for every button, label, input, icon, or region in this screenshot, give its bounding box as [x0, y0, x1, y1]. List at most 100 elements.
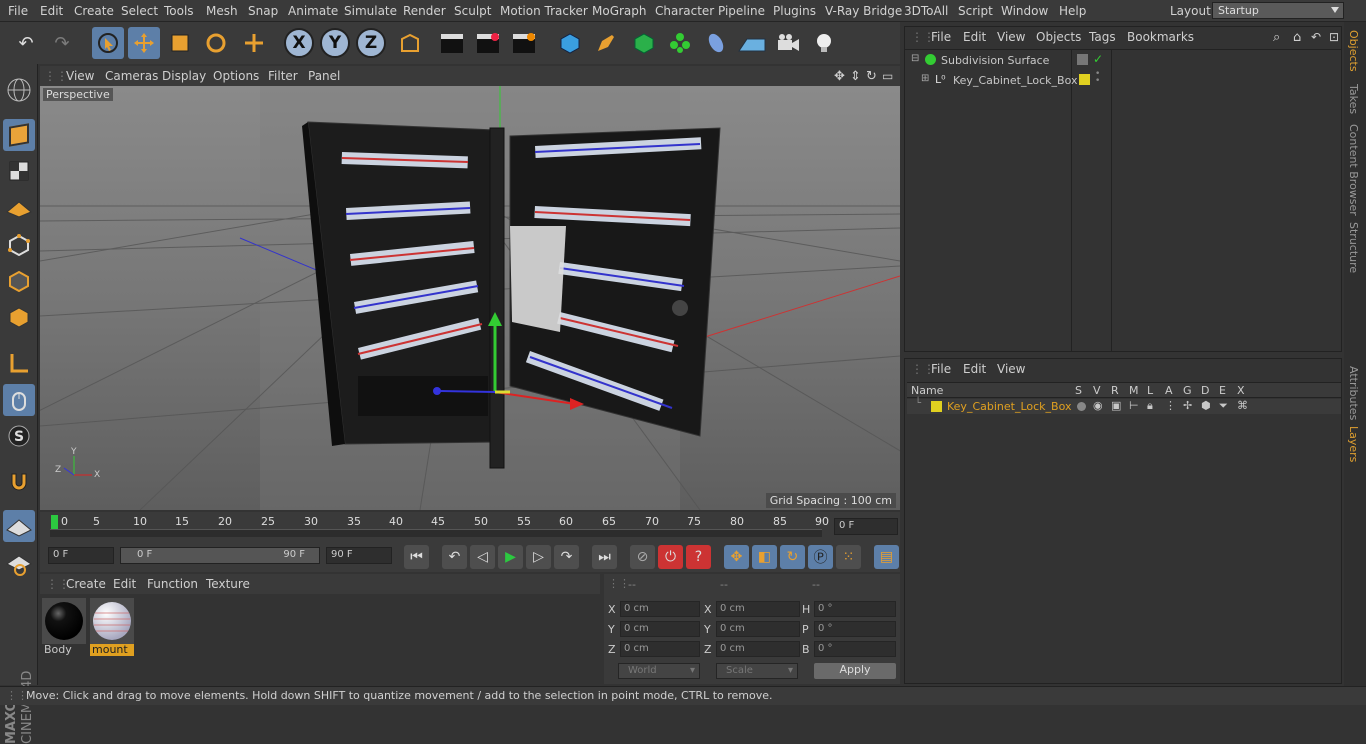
- lock-icon[interactable]: 🔒︎: [1147, 399, 1153, 413]
- render-icon[interactable]: ▣: [1111, 399, 1121, 412]
- redo-button[interactable]: ↷: [46, 27, 78, 59]
- menu-render[interactable]: Render: [403, 4, 446, 18]
- menu-pipeline[interactable]: Pipeline: [718, 4, 765, 18]
- column-header-e[interactable]: E: [1219, 384, 1226, 397]
- viewport-menu-cameras[interactable]: Cameras: [105, 69, 158, 83]
- points-mode-button[interactable]: [3, 229, 35, 261]
- rotate-tool-button[interactable]: [200, 27, 232, 59]
- collapse-icon[interactable]: ⊟: [911, 53, 919, 64]
- menu-simulate[interactable]: Simulate: [344, 4, 397, 18]
- menu-edit[interactable]: Edit: [40, 4, 63, 18]
- rot-b-field[interactable]: 0 °: [814, 641, 896, 657]
- current-frame-field[interactable]: 0 F: [834, 518, 898, 535]
- rot-h-field[interactable]: 0 °: [814, 601, 896, 617]
- playhead-marker[interactable]: [51, 515, 58, 529]
- add-light-button[interactable]: [808, 27, 840, 59]
- tab-structure[interactable]: Structure: [1347, 222, 1360, 273]
- solo-mode-button[interactable]: S: [3, 420, 35, 452]
- tab-objects[interactable]: Objects: [1347, 30, 1360, 72]
- animation-icon[interactable]: ⋮: [1165, 399, 1176, 412]
- object-menu-view[interactable]: View: [997, 30, 1025, 44]
- menu-character[interactable]: Character: [655, 4, 714, 18]
- material-mount[interactable]: mount: [90, 598, 134, 656]
- size-x-field[interactable]: 0 cm: [716, 601, 800, 617]
- render-view-button[interactable]: [436, 27, 468, 59]
- workplane-mode-button[interactable]: [3, 191, 35, 223]
- frame-range-slider[interactable]: 0 F 90 F: [120, 547, 320, 564]
- column-header-m[interactable]: M: [1129, 384, 1139, 397]
- object-menu-objects[interactable]: Objects: [1036, 30, 1081, 44]
- column-header-a[interactable]: A: [1165, 384, 1173, 397]
- scale-tool-button[interactable]: [164, 27, 196, 59]
- pan-view-icon[interactable]: ✥: [834, 69, 845, 84]
- key-pla-button[interactable]: ⁙: [836, 545, 861, 569]
- enabled-check-icon[interactable]: ✓: [1093, 52, 1103, 66]
- menu-mesh[interactable]: Mesh: [206, 4, 238, 18]
- next-key-button[interactable]: ↷: [554, 545, 579, 569]
- next-frame-button[interactable]: ▷: [526, 545, 551, 569]
- column-header-x[interactable]: X: [1237, 384, 1245, 397]
- coordinate-system-button[interactable]: [394, 27, 426, 59]
- column-header-v[interactable]: V: [1093, 384, 1101, 397]
- layer-name[interactable]: Key_Cabinet_Lock_Box: [947, 400, 1072, 413]
- material-menu-create[interactable]: Create: [66, 577, 106, 591]
- tab-takes[interactable]: Takes: [1347, 84, 1360, 114]
- expand-panel-icon[interactable]: ⊡: [1329, 30, 1339, 44]
- snap-toggle-button[interactable]: [3, 466, 35, 498]
- search-icon[interactable]: ⌕: [1273, 30, 1280, 45]
- layer-row[interactable]: └ Key_Cabinet_Lock_Box ◉ ▣ ⊢ 🔒︎ ⋮ ✢ ⬢ ⏷ …: [907, 398, 1341, 414]
- menu-create[interactable]: Create: [74, 4, 114, 18]
- keyframe-selection-button[interactable]: ?: [686, 545, 711, 569]
- tweak-mode-button[interactable]: [3, 384, 35, 416]
- x-axis-lock-button[interactable]: X: [284, 28, 314, 58]
- edges-mode-button[interactable]: [3, 265, 35, 297]
- eye-icon[interactable]: ◉: [1093, 399, 1103, 412]
- maximize-view-icon[interactable]: ▭: [882, 69, 893, 83]
- menu-animate[interactable]: Animate: [288, 4, 338, 18]
- layer-menu-edit[interactable]: Edit: [963, 362, 986, 376]
- tab-content-browser[interactable]: Content Browser: [1347, 124, 1360, 216]
- menu-vray-bridge[interactable]: V-Ray Bridge: [825, 4, 902, 18]
- material-menu-edit[interactable]: Edit: [113, 577, 136, 591]
- workplane-lock-button[interactable]: [3, 510, 35, 542]
- previous-key-button[interactable]: ↶: [442, 545, 467, 569]
- manager-icon[interactable]: ⊢: [1129, 399, 1139, 412]
- rotate-view-icon[interactable]: ↻: [866, 69, 877, 84]
- add-pen-button[interactable]: [590, 27, 622, 59]
- add-floor-button[interactable]: [736, 27, 768, 59]
- transform-tool-button[interactable]: [238, 27, 270, 59]
- key-scale-button[interactable]: ◧: [752, 545, 777, 569]
- menu-select[interactable]: Select: [121, 4, 158, 18]
- menu-sculpt[interactable]: Sculpt: [454, 4, 491, 18]
- timeline-track[interactable]: [50, 529, 822, 537]
- visibility-dots-icon[interactable]: • •: [1095, 70, 1100, 86]
- timeline-ruler[interactable]: 0 5 10 15 20 25 30 35 40 45 50 55 60 65 …: [40, 512, 900, 542]
- start-frame-field[interactable]: 0 F: [48, 547, 114, 564]
- viewport-menu-filter[interactable]: Filter: [268, 69, 298, 83]
- add-cube-button[interactable]: [554, 27, 586, 59]
- record-keys-button[interactable]: ⊘: [630, 545, 655, 569]
- pos-z-field[interactable]: 0 cm: [620, 641, 700, 657]
- object-menu-edit[interactable]: Edit: [963, 30, 986, 44]
- layer-menu-view[interactable]: View: [997, 362, 1025, 376]
- object-menu-tags[interactable]: Tags: [1089, 30, 1116, 44]
- y-axis-lock-button[interactable]: Y: [320, 28, 350, 58]
- coordinate-space-dropdown[interactable]: World ▾: [618, 663, 700, 679]
- viewport-menu-view[interactable]: View: [66, 69, 94, 83]
- pos-y-field[interactable]: 0 cm: [620, 621, 700, 637]
- layer-menu-file[interactable]: File: [931, 362, 951, 376]
- workplane-rotate-button[interactable]: [3, 548, 35, 580]
- render-settings-button[interactable]: [508, 27, 540, 59]
- deformer-icon[interactable]: ⬢: [1201, 399, 1211, 412]
- column-header-d[interactable]: D: [1201, 384, 1209, 397]
- menu-script[interactable]: Script: [958, 4, 993, 18]
- layer-color-swatch[interactable]: [1079, 74, 1090, 85]
- tab-layers[interactable]: Layers: [1347, 426, 1360, 462]
- pos-x-field[interactable]: 0 cm: [620, 601, 700, 617]
- menu-snap[interactable]: Snap: [248, 4, 278, 18]
- size-z-field[interactable]: 0 cm: [716, 641, 800, 657]
- material-menu-function[interactable]: Function: [147, 577, 198, 591]
- object-menu-file[interactable]: File: [931, 30, 951, 44]
- timeline-window-button[interactable]: ▤: [874, 545, 899, 569]
- key-parameter-button[interactable]: Ⓟ: [808, 545, 833, 569]
